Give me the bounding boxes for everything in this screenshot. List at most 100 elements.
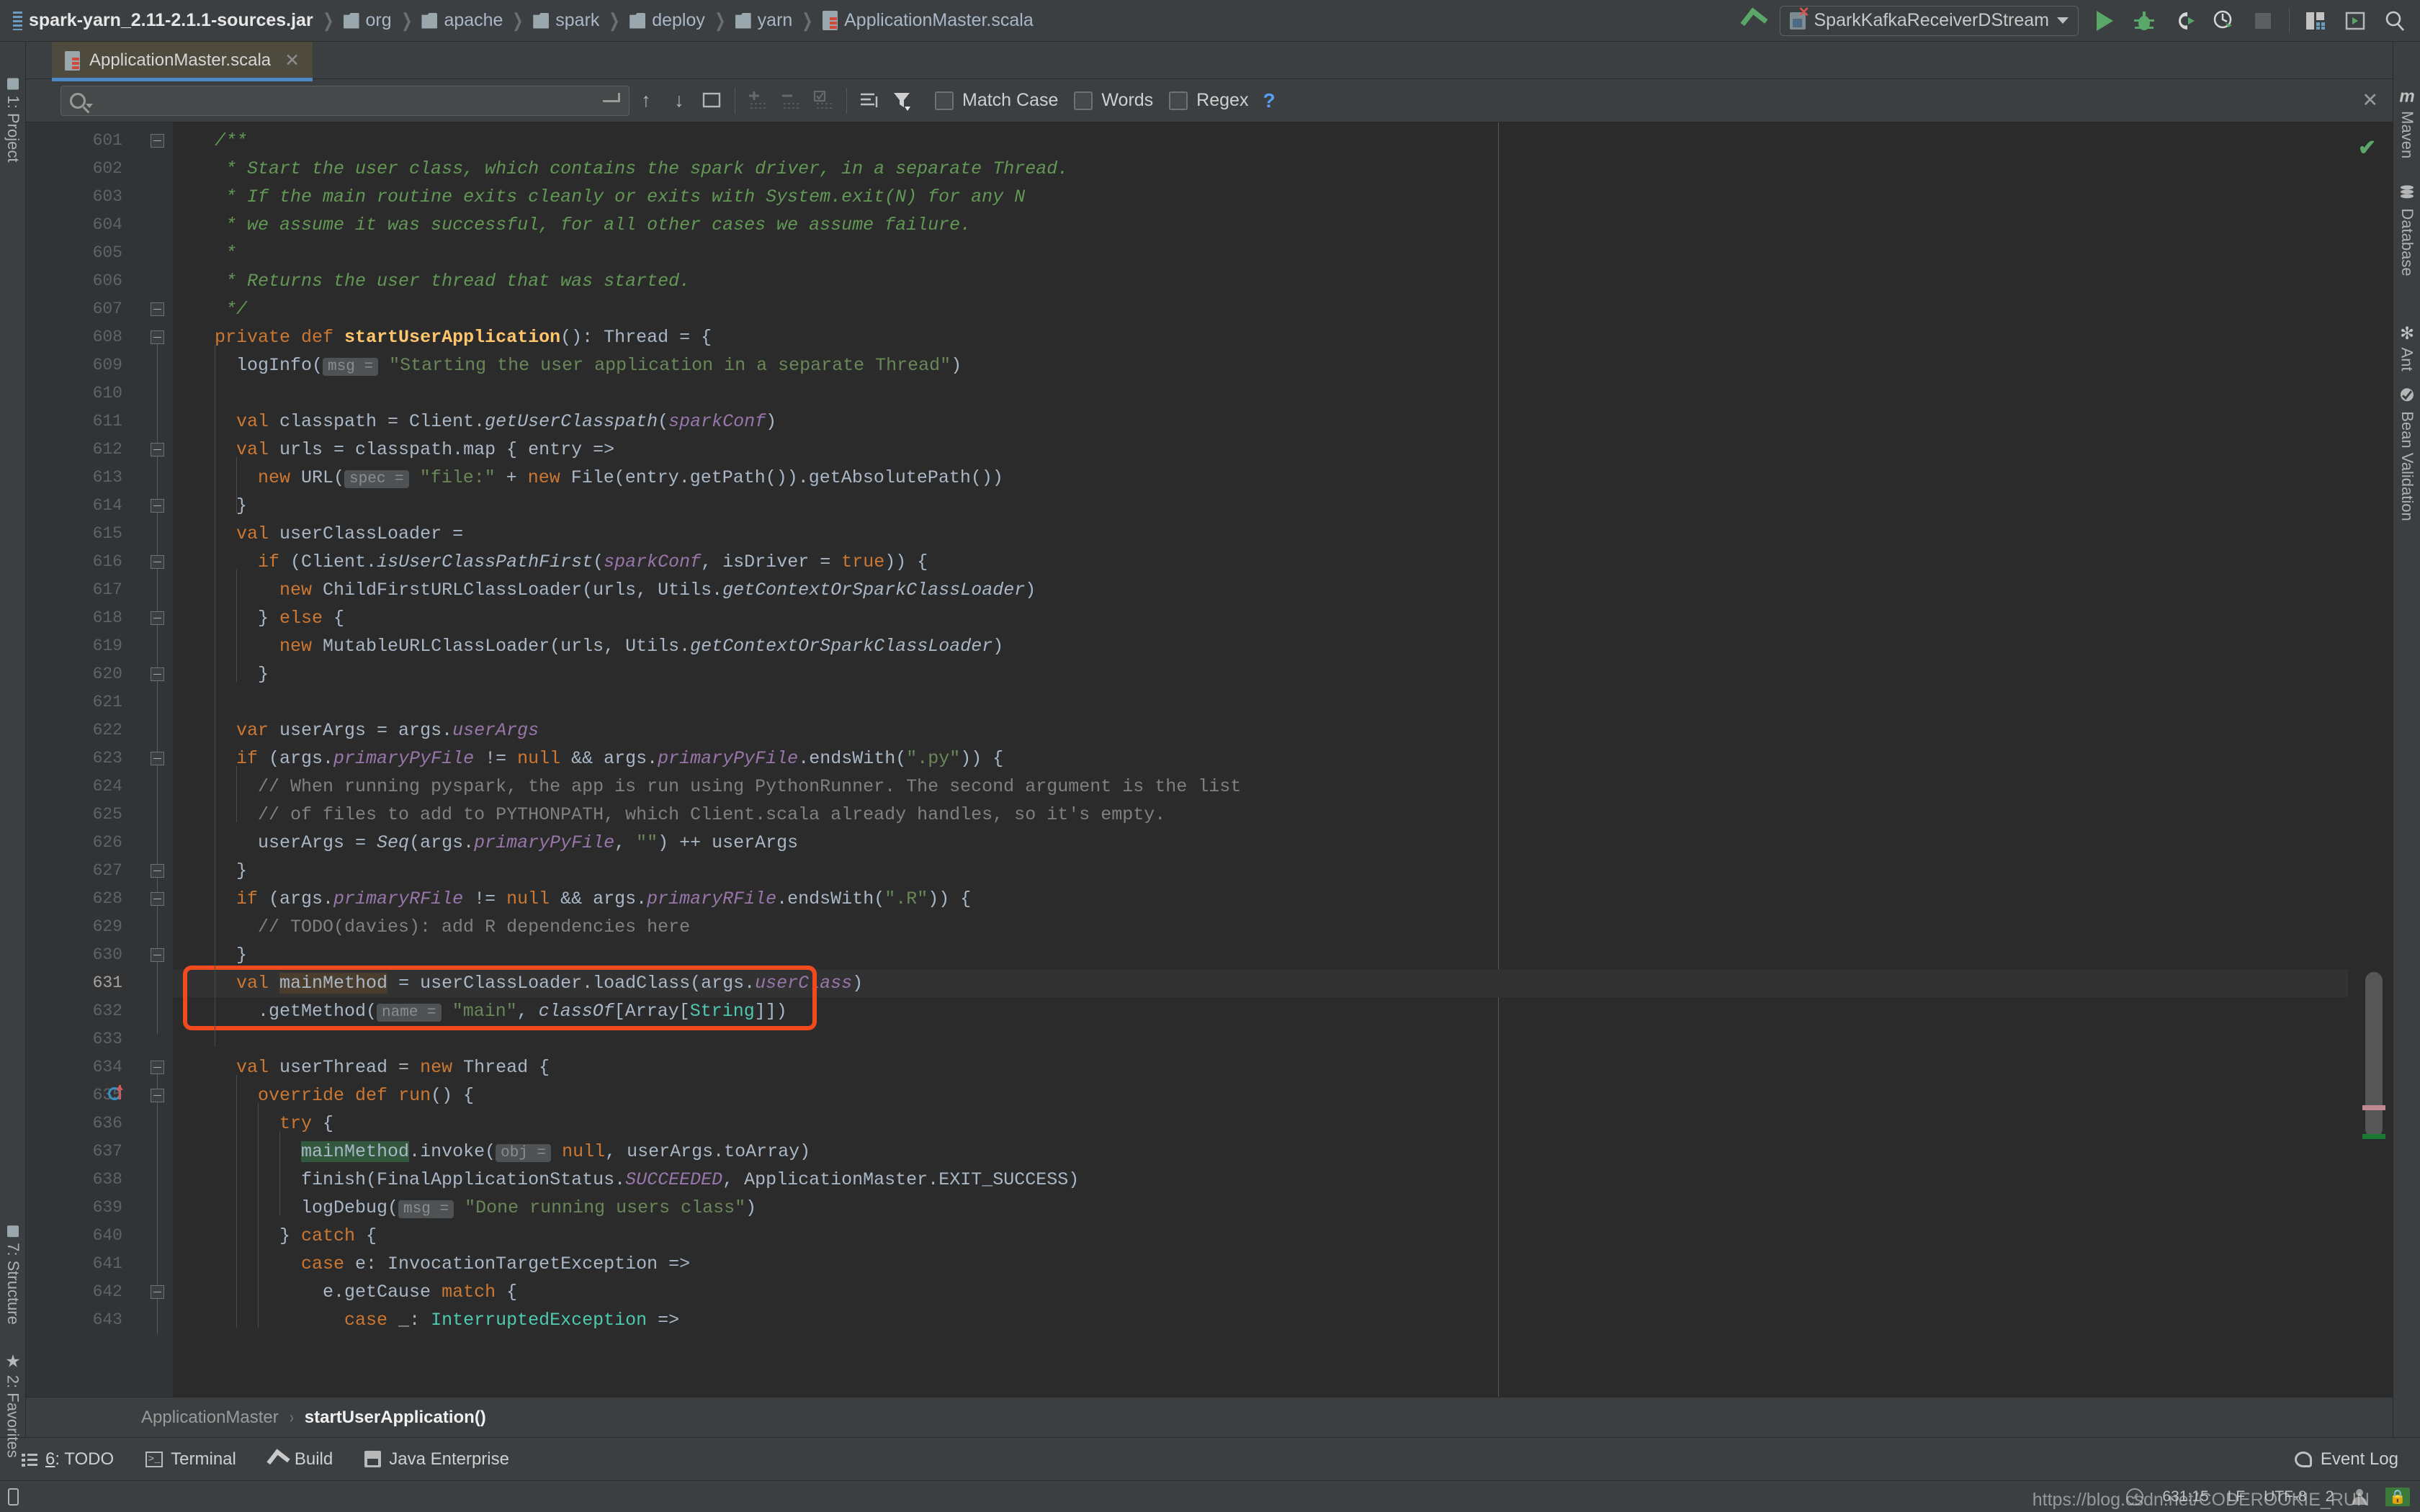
code-line[interactable]: val userClassLoader = [193,520,2348,548]
breadcrumb-item-apache[interactable]: apache [417,10,507,31]
chevron-down-icon[interactable] [2057,17,2069,24]
nav-class-name[interactable]: ApplicationMaster [141,1408,279,1428]
project-structure-icon[interactable] [2302,7,2329,35]
breadcrumb-item-spark-yarn-2-11-2-1-1-sources-jar[interactable]: spark-yarn_2.11-2.1.1-sources.jar [9,10,318,31]
code-folding-gutter[interactable] [141,122,173,1397]
code-text-area[interactable]: /** * Start the user class, which contai… [173,122,2348,1397]
code-line[interactable]: case _: InterruptedException => [193,1306,2348,1334]
fold-toggle-icon[interactable] [151,611,164,625]
code-line[interactable]: */ [193,295,2348,323]
memory-indicator[interactable] [0,1488,26,1506]
code-line[interactable]: } else { [193,604,2348,632]
breadcrumb-item-yarn[interactable]: yarn [731,10,797,31]
line-number[interactable]: 628 [93,885,122,913]
line-number[interactable]: 639 [93,1194,122,1222]
match-case-checkbox[interactable] [935,91,954,110]
line-number[interactable]: 623 [93,744,122,773]
code-line[interactable]: } [193,492,2348,520]
code-line[interactable] [193,688,2348,716]
code-line[interactable]: .getMethod(name = "main", classOf[Array[… [193,997,2348,1025]
close-find-icon[interactable]: ✕ [2362,89,2384,112]
code-line[interactable]: } [193,857,2348,885]
line-number[interactable]: 632 [93,997,122,1025]
code-line[interactable]: logDebug(msg = "Done running users class… [193,1194,2348,1222]
vertical-scrollbar-thumb[interactable] [2365,972,2383,1138]
code-line[interactable]: * we assume it was successful, for all o… [193,211,2348,239]
code-line[interactable]: // When running pyspark, the app is run … [193,773,2348,801]
code-line[interactable]: } catch { [193,1222,2348,1250]
fold-toggle-icon[interactable] [151,134,164,148]
search-input-wrapper[interactable] [60,85,629,116]
build-icon[interactable] [1740,7,1767,35]
line-number[interactable]: 614 [93,492,122,520]
profile-icon[interactable] [2210,7,2237,35]
add-selection-icon[interactable] [741,84,774,117]
code-line[interactable]: // TODO(davies): add R dependencies here [193,913,2348,941]
code-line[interactable]: } [193,941,2348,969]
select-all-occurrences-icon[interactable] [696,84,729,117]
code-line[interactable]: * If the main routine exits cleanly or e… [193,183,2348,211]
line-separator[interactable]: LF [2228,1488,2246,1506]
read-only-lock-icon[interactable]: 🔒 [2385,1487,2410,1506]
line-number[interactable]: 617 [93,576,122,604]
code-line[interactable]: val urls = classpath.map { entry => [193,436,2348,464]
words-checkbox[interactable] [1074,91,1093,110]
event-log-button[interactable]: Event Log [2294,1449,2414,1470]
line-number[interactable]: 634 [93,1053,122,1081]
code-line[interactable]: val userThread = new Thread { [193,1053,2348,1081]
line-number[interactable]: 615 [93,520,122,548]
regex-help-icon[interactable]: ? [1263,89,1275,112]
code-line[interactable] [193,379,2348,408]
sidebar-item-structure[interactable]: 7: Structure [4,1225,22,1325]
search-everywhere-icon[interactable] [2381,7,2408,35]
fold-toggle-icon[interactable] [151,330,164,344]
line-number[interactable]: 606 [93,267,122,295]
line-number[interactable]: 629 [93,913,122,941]
line-number[interactable]: 636 [93,1110,122,1138]
line-number[interactable]: 609 [93,351,122,379]
code-line[interactable]: * Start the user class, which contains t… [193,155,2348,183]
fold-toggle-icon[interactable] [151,667,164,681]
find-next-icon[interactable]: ↓ [663,84,696,117]
search-icon[interactable] [70,92,93,109]
fold-toggle-icon[interactable] [151,302,164,316]
match-case-option[interactable]: Match Case [935,90,1058,111]
line-number[interactable]: 610 [93,379,122,408]
toolwindow-terminal[interactable]: >_ Terminal [130,1449,252,1470]
line-number[interactable]: 616 [93,548,122,576]
code-line[interactable]: /** [193,127,2348,155]
breadcrumb[interactable]: spark-yarn_2.11-2.1.1-sources.jar ❯ org ❯ ap… [9,9,1038,32]
sidebar-item-maven[interactable]: m Maven [2397,86,2417,158]
fold-toggle-icon[interactable] [151,443,164,456]
words-option[interactable]: Words [1074,90,1153,111]
line-number[interactable]: 622 [93,716,122,744]
line-number[interactable]: 621 [93,688,122,716]
filter-lines-icon[interactable] [853,84,886,117]
code-line[interactable] [193,1025,2348,1053]
code-line[interactable]: new ChildFirstURLClassLoader(urls, Utils… [193,576,2348,604]
regex-option[interactable]: Regex [1169,90,1248,111]
fold-toggle-icon[interactable] [151,1089,164,1102]
line-number[interactable]: 633 [93,1025,122,1053]
code-line[interactable]: userArgs = Seq(args.primaryPyFile, "") +… [193,829,2348,857]
line-number[interactable]: 631 [93,969,122,997]
editor[interactable]: 601 602 603 604 605 606 607 608 609 610 611 612 613 6… [26,122,2393,1397]
code-line[interactable]: try { [193,1110,2348,1138]
code-line[interactable]: private def startUserApplication(): Thre… [193,323,2348,351]
code-line[interactable]: * [193,239,2348,267]
fold-toggle-icon[interactable] [151,1285,164,1299]
fold-toggle-icon[interactable] [151,892,164,906]
code-line[interactable]: logInfo(msg = "Starting the user applica… [193,351,2348,379]
line-number[interactable]: 627 [93,857,122,885]
sidebar-item-database[interactable]: Database [2398,185,2416,276]
debug-icon[interactable] [2130,7,2158,35]
code-line[interactable]: } [193,660,2348,688]
line-number[interactable]: 605 [93,239,122,267]
background-tasks-icon[interactable] [2126,1488,2144,1506]
code-line[interactable]: new URL(spec = "file:" + new File(entry.… [193,464,2348,492]
line-number[interactable]: 602 [93,155,122,183]
nav-member-name[interactable]: startUserApplication() [305,1408,486,1428]
code-line[interactable]: // of files to add to PYTHONPATH, which … [193,801,2348,829]
run-with-coverage-icon[interactable] [2170,7,2197,35]
line-number[interactable]: 601 [93,127,122,155]
